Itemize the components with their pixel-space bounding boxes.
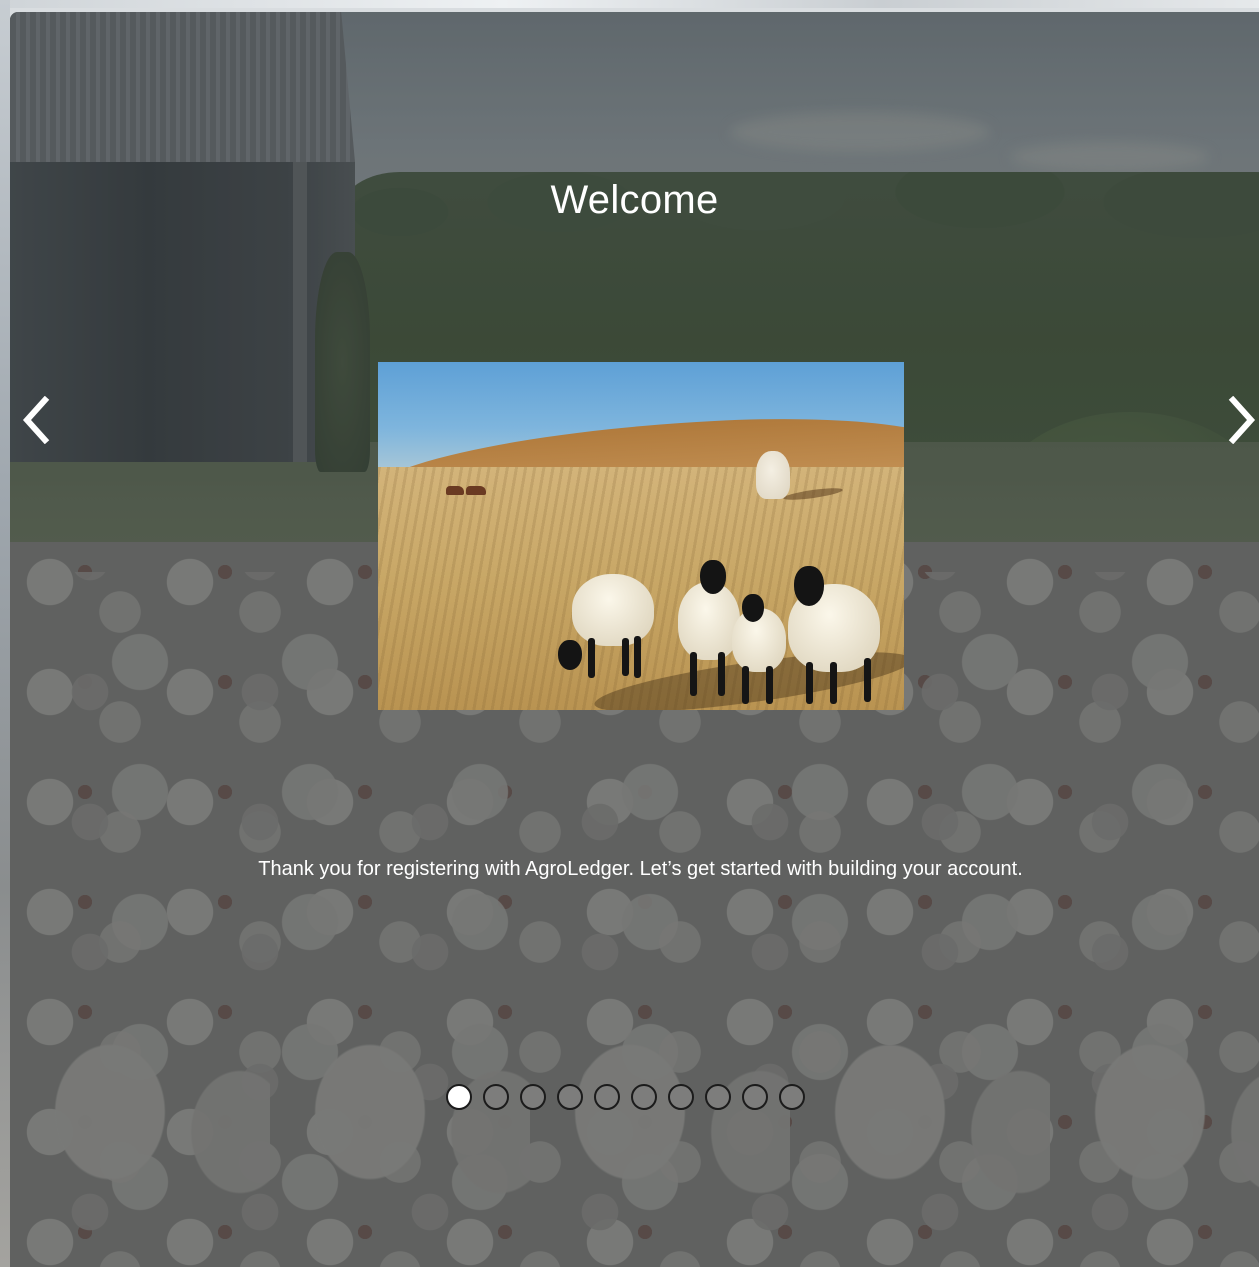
slide-indicator-7[interactable] xyxy=(668,1084,694,1110)
welcome-message: Thank you for registering with AgroLedge… xyxy=(258,858,1023,880)
welcome-title: Welcome xyxy=(550,178,719,222)
slide-indicator-10[interactable] xyxy=(779,1084,805,1110)
chevron-left-icon xyxy=(21,396,51,444)
slide-indicator-3[interactable] xyxy=(520,1084,546,1110)
chevron-right-icon xyxy=(1227,396,1257,444)
next-slide-button[interactable] xyxy=(1222,394,1259,446)
window-top-edge xyxy=(0,0,1259,8)
welcome-screen: Welcome Thank you for registering with A… xyxy=(0,0,1259,1267)
slide-indicator-5[interactable] xyxy=(594,1084,620,1110)
slide-photo xyxy=(378,362,904,710)
window-left-edge xyxy=(0,0,10,1267)
slide-indicator-2[interactable] xyxy=(483,1084,509,1110)
slide-indicator-1[interactable] xyxy=(446,1084,472,1110)
slide-indicator-8[interactable] xyxy=(705,1084,731,1110)
welcome-slide: Welcome Thank you for registering with A… xyxy=(10,12,1259,1267)
slide-indicator-9[interactable] xyxy=(742,1084,768,1110)
slide-indicator-4[interactable] xyxy=(557,1084,583,1110)
previous-slide-button[interactable] xyxy=(16,394,56,446)
slide-indicators xyxy=(446,1084,805,1110)
slide-indicator-6[interactable] xyxy=(631,1084,657,1110)
